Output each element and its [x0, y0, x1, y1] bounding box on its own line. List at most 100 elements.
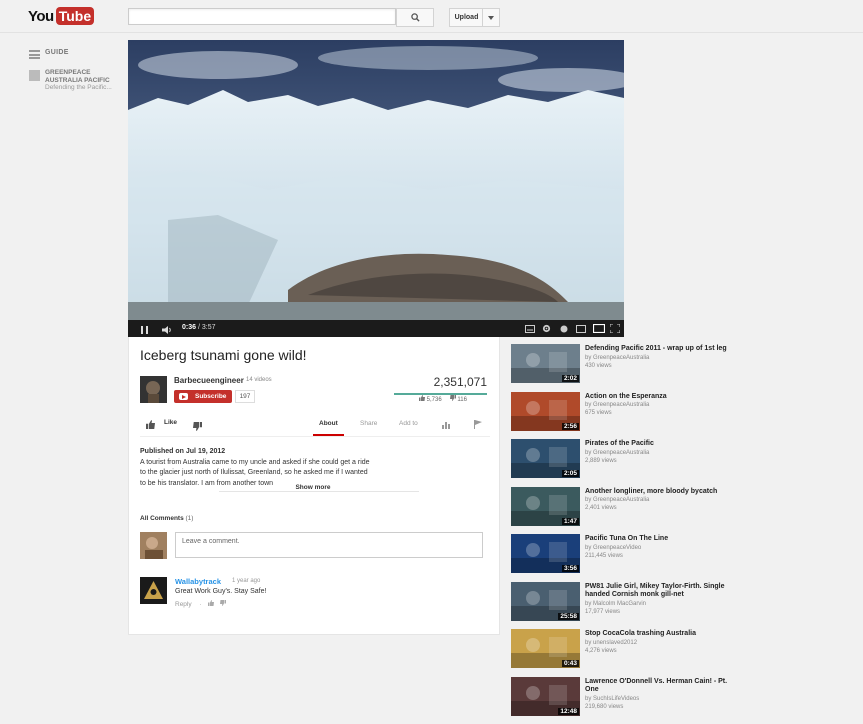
like-button[interactable]: Like [164, 419, 177, 426]
related-video-item[interactable]: 2:02 Defending Pacific 2011 - wrap up of … [511, 344, 741, 392]
related-video-thumbnail[interactable]: 2:02 [511, 344, 580, 383]
subscriber-count: 197 [235, 390, 255, 403]
dislike-icon[interactable] [193, 422, 202, 431]
related-video-title[interactable]: Pirates of the Pacific [585, 440, 654, 447]
related-video-info[interactable]: Another longliner, more bloody bycatchby… [585, 488, 735, 513]
related-video-duration: 2:02 [562, 375, 579, 382]
comment-avatar[interactable] [140, 577, 167, 604]
related-video-title[interactable]: Action on the Esperanza [585, 393, 667, 400]
chevron-down-icon [488, 16, 494, 20]
search-button[interactable] [396, 8, 434, 27]
masthead: You Tube Upload [0, 0, 863, 33]
comment-input[interactable]: Leave a comment. [175, 532, 483, 558]
related-video-channel: by Malcolm MacGarvin [585, 600, 735, 608]
guide-channel-sub: Defending the Pacific... [45, 84, 112, 92]
subscribe-button[interactable]: Subscribe [174, 390, 232, 403]
volume-icon[interactable] [162, 326, 172, 334]
related-video-item[interactable]: 2:56 Action on the Esperanzaby Greenpeace… [511, 392, 741, 440]
thumbs-up-icon[interactable] [208, 600, 214, 606]
related-video-views: 2,889 views [585, 457, 735, 465]
like-icon[interactable] [146, 420, 155, 429]
action-bar: Like About Share Add to [140, 417, 490, 437]
comment-author[interactable]: Wallabytrack [175, 577, 221, 586]
related-video-thumbnail[interactable]: 0:43 [511, 629, 580, 668]
related-video-duration: 2:56 [562, 423, 579, 430]
comment-time: 1 year ago [232, 578, 260, 584]
duration: / 3:57 [198, 324, 216, 331]
related-video-thumbnail[interactable]: 2:05 [511, 439, 580, 478]
related-video-title[interactable]: Pacific Tuna On The Line [585, 535, 668, 542]
related-video-item[interactable]: 2:05Pirates of the Pacificby GreenpeaceA… [511, 439, 741, 487]
related-video-title[interactable]: Another longliner, more bloody bycatch [585, 488, 717, 495]
related-video-views: 17,977 views [585, 608, 735, 616]
subscribe-label: Subscribe [195, 393, 226, 400]
channel-avatar[interactable] [140, 376, 167, 403]
related-video-title[interactable]: PW81 Julie Girl, Mikey Taylor-Firth. Sin… [585, 583, 725, 599]
video-player[interactable]: 0:36 / 3:57 [128, 40, 624, 337]
video-frame[interactable] [128, 40, 624, 320]
related-video-duration: 3:56 [562, 565, 579, 572]
stats-icon[interactable] [442, 420, 451, 429]
related-video-info[interactable]: Action on the Esperanzaby GreenpeaceAust… [585, 393, 735, 418]
related-video-info[interactable]: Pacific Tuna On The Lineby GreenpeaceVid… [585, 535, 735, 560]
small-player-icon[interactable] [576, 325, 586, 333]
annotations-icon[interactable] [525, 325, 535, 333]
related-video-title[interactable]: Lawrence O'Donnell Vs. Herman Cain! - Pt… [585, 678, 727, 694]
show-more-button[interactable]: Show more [269, 484, 357, 491]
related-video-channel: by unenslaved2012 [585, 639, 735, 647]
related-video-thumbnail[interactable]: 12:48 [511, 677, 580, 716]
tab-share[interactable]: Share [360, 420, 377, 427]
related-video-thumbnail[interactable]: 2:56 [511, 392, 580, 431]
channel-name[interactable]: Barbecueengineer [174, 376, 244, 385]
related-video-info[interactable]: Defending Pacific 2011 - wrap up of 1st … [585, 345, 735, 370]
related-video-item[interactable]: 3:56 Pacific Tuna On The Lineby Greenpeac… [511, 534, 741, 582]
large-player-icon[interactable] [593, 324, 605, 333]
related-video-thumbnail[interactable]: 3:56 [511, 534, 580, 573]
user-avatar [140, 532, 167, 559]
guide-sidebar: GUIDE GREENPEACE AUSTRALIA PACIFIC Defen… [29, 49, 112, 102]
related-video-item[interactable]: 12:48 Lawrence O'Donnell Vs. Herman Cain!… [511, 677, 741, 724]
related-video-info[interactable]: Stop CocaCola trashing Australia by unens… [585, 630, 735, 655]
related-video-title[interactable]: Stop CocaCola trashing Australia [585, 630, 696, 637]
quality-icon[interactable] [560, 325, 568, 333]
channel-video-count[interactable]: 14 videos [246, 377, 272, 383]
flag-icon[interactable] [474, 420, 482, 429]
fullscreen-icon[interactable] [610, 324, 620, 333]
related-video-item[interactable]: 1:47Another longliner, more bloody bycat… [511, 487, 741, 535]
like-stats: 5,736 116 [419, 395, 467, 403]
pause-icon[interactable] [141, 326, 148, 334]
dislike-count-group: 116 [450, 395, 467, 403]
related-video-info[interactable]: Pirates of the Pacificby GreenpeaceAustr… [585, 440, 735, 465]
tab-add-to[interactable]: Add to [399, 420, 418, 427]
view-count: 2,351,071 [434, 375, 487, 389]
related-video-info[interactable]: Lawrence O'Donnell Vs. Herman Cain! - Pt… [585, 678, 735, 711]
tab-active-underline [313, 434, 344, 436]
upload-button[interactable]: Upload [449, 8, 484, 27]
youtube-logo[interactable]: You Tube [28, 7, 94, 25]
guide-channel-item[interactable]: GREENPEACE AUSTRALIA PACIFIC Defending t… [29, 69, 112, 92]
related-video-info[interactable]: PW81 Julie Girl, Mikey Taylor-Firth. Sin… [585, 583, 735, 616]
like-count-group: 5,736 [419, 395, 442, 403]
related-video-thumbnail[interactable]: 1:47 [511, 487, 580, 526]
tab-about[interactable]: About [319, 420, 338, 427]
related-video-thumbnail[interactable]: 25:58 [511, 582, 580, 621]
upload-dropdown-button[interactable] [482, 8, 500, 27]
guide-toggle[interactable]: GUIDE [29, 49, 112, 59]
guide-channel-line1: GREENPEACE [45, 69, 112, 77]
related-video-title[interactable]: Defending Pacific 2011 - wrap up of 1st … [585, 345, 727, 352]
reply-button[interactable]: Reply [175, 601, 192, 608]
related-video-channel: by GreenpeaceAustralia [585, 354, 735, 362]
menu-icon [29, 50, 40, 59]
related-video-item[interactable]: 25:58 PW81 Julie Girl, Mikey Taylor-Firth… [511, 582, 741, 630]
player-controls: 0:36 / 3:57 [128, 320, 624, 337]
gear-icon[interactable] [542, 324, 551, 333]
video-title: Iceberg tsunami gone wild! [140, 347, 307, 363]
thumbs-down-icon[interactable] [220, 600, 226, 606]
related-video-duration: 0:43 [562, 660, 579, 667]
youtube-icon [179, 393, 188, 400]
logo-you-text: You [28, 8, 54, 25]
search-input[interactable] [128, 8, 396, 25]
publish-date: Published on Jul 19, 2012 [140, 447, 370, 458]
thumbs-up-icon [419, 395, 425, 401]
related-video-item[interactable]: 0:43 Stop CocaCola trashing Australia by u… [511, 629, 741, 677]
